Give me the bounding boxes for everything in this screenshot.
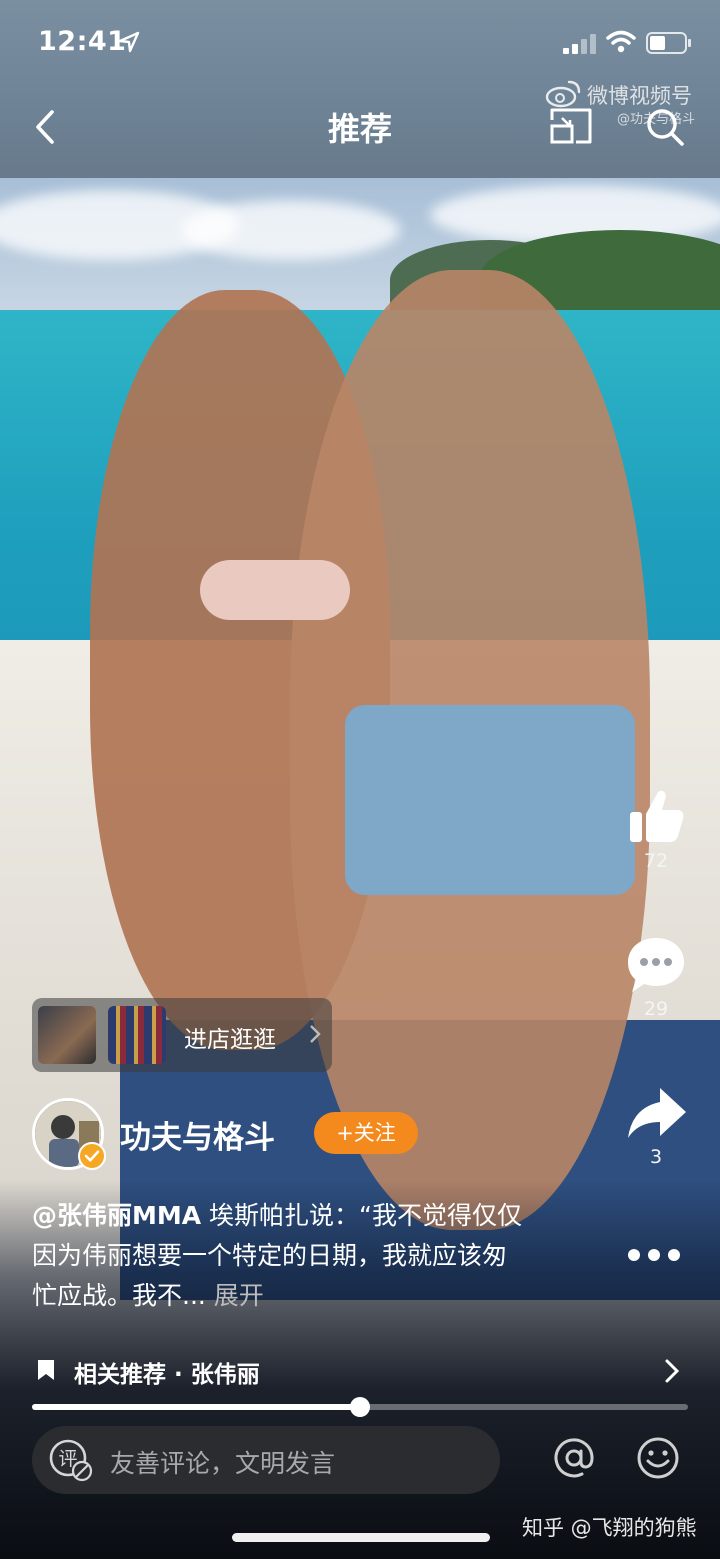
mention-at-button[interactable] <box>552 1436 596 1480</box>
cloud <box>180 200 400 260</box>
comment-button[interactable]: 29 <box>616 936 696 1020</box>
page-title: 推荐 <box>327 110 392 148</box>
home-indicator[interactable] <box>232 1533 490 1542</box>
related-recommendation-bar[interactable]: 相关推荐 · 张伟丽 <box>0 1340 720 1402</box>
comment-count: 29 <box>643 998 669 1020</box>
emoji-button[interactable] <box>636 1436 680 1480</box>
chevron-right-icon <box>310 1025 321 1043</box>
swimsuit <box>200 560 350 620</box>
progress-handle[interactable] <box>350 1397 370 1417</box>
status-time: 12:41 <box>38 26 127 57</box>
battery-icon <box>646 32 691 54</box>
related-label: 相关推荐 · 张伟丽 <box>74 1362 260 1388</box>
comment-edit-icon: 评 <box>49 1439 93 1482</box>
status-bar: 12:41 <box>0 0 720 90</box>
video-frame[interactable] <box>0 0 720 1559</box>
video-caption: @张伟丽MMA 埃斯帕扎说：“我不觉得仅仅因为伟丽想要一个特定的日期，我就应该匆… <box>32 1196 522 1316</box>
shorts <box>345 705 635 895</box>
share-button[interactable]: 3 <box>616 1086 696 1168</box>
shop-thumbnail <box>108 1006 166 1064</box>
search-button[interactable] <box>644 106 686 148</box>
comment-input[interactable]: 评 友善评论，文明发言 <box>32 1426 500 1494</box>
thumbs-up-icon <box>630 790 684 842</box>
more-options-button[interactable] <box>626 1244 682 1266</box>
shop-label: 进店逛逛 <box>184 1027 276 1053</box>
bookmark-icon <box>38 1360 54 1380</box>
share-arrow-icon <box>628 1088 686 1138</box>
expand-link[interactable]: 展开 <box>214 1281 264 1310</box>
caption-mention[interactable]: @张伟丽MMA <box>32 1201 201 1230</box>
like-count: 72 <box>643 850 669 872</box>
zhihu-watermark: 知乎 @飞翔的狗熊 <box>522 1516 697 1540</box>
video-progress-bar[interactable] <box>32 1397 688 1417</box>
picture-in-picture-button[interactable] <box>548 106 594 146</box>
progress-fill <box>32 1404 360 1410</box>
cell-signal-icon <box>563 34 596 54</box>
author-name[interactable]: 功夫与格斗 <box>120 1112 275 1157</box>
share-count: 3 <box>649 1146 663 1168</box>
shop-thumbnail <box>38 1006 96 1064</box>
shop-card[interactable]: 进店逛逛 <box>32 998 332 1072</box>
wifi-icon <box>606 30 636 53</box>
chevron-right-icon <box>665 1359 680 1383</box>
comment-placeholder: 友善评论，文明发言 <box>110 1449 336 1478</box>
location-arrow-icon <box>118 31 140 53</box>
comment-bubble-icon <box>628 938 684 992</box>
verified-badge-icon <box>78 1142 106 1170</box>
follow-button[interactable]: +关注 <box>314 1112 418 1154</box>
like-button[interactable]: 72 <box>616 786 696 872</box>
